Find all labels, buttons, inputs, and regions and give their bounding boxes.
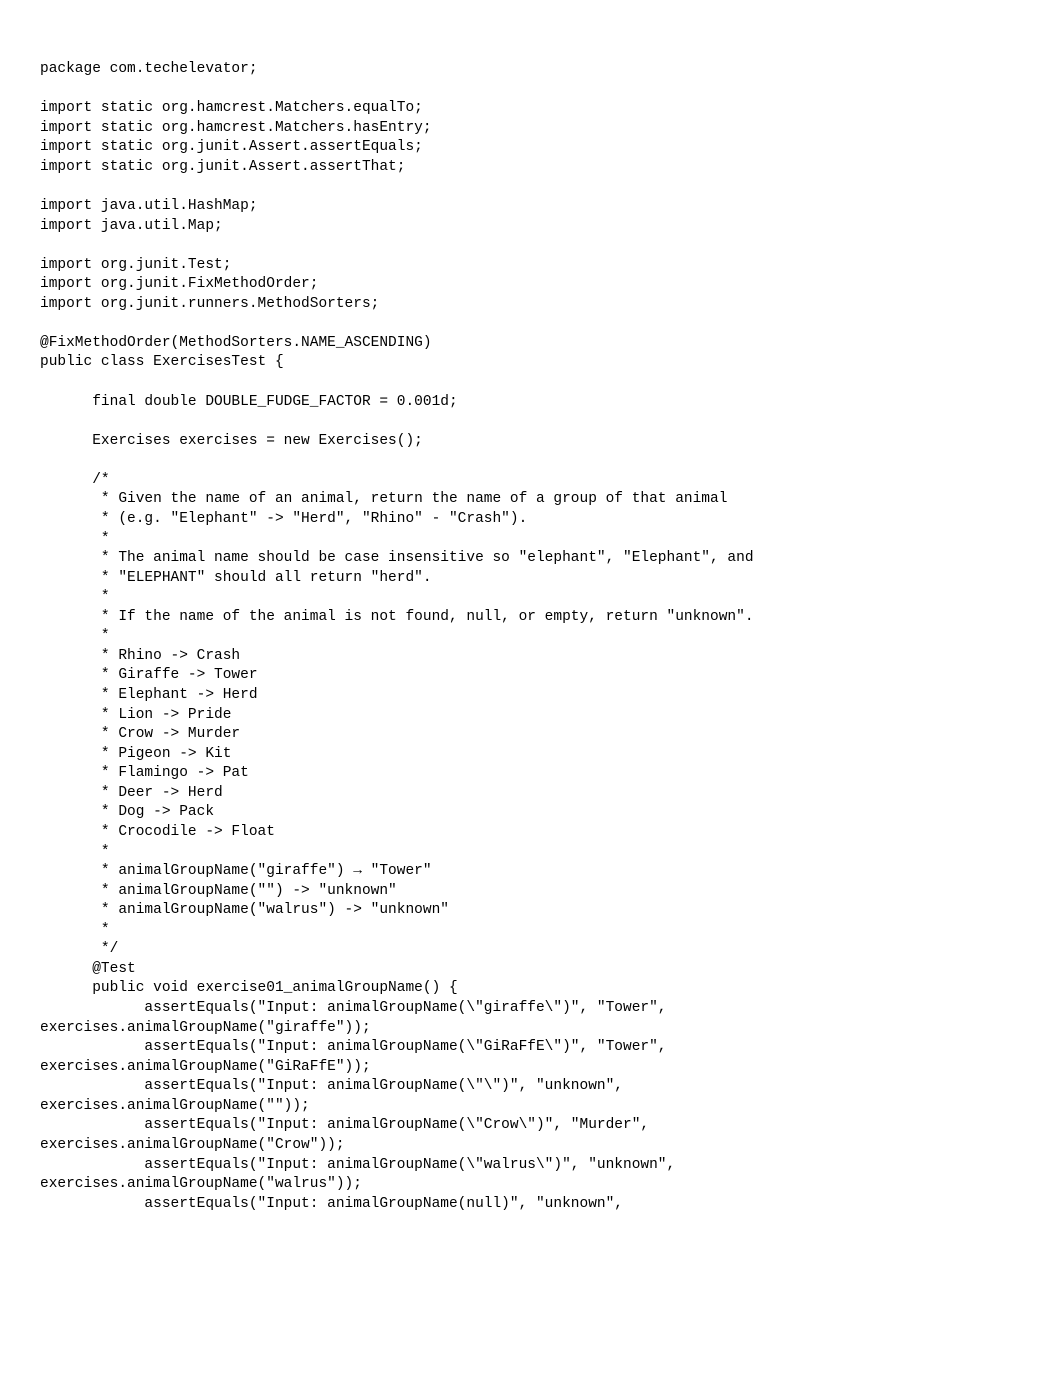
code-document: package com.techelevator; import static …: [0, 0, 1062, 1377]
code-text: package com.techelevator; import static …: [40, 61, 754, 1212]
